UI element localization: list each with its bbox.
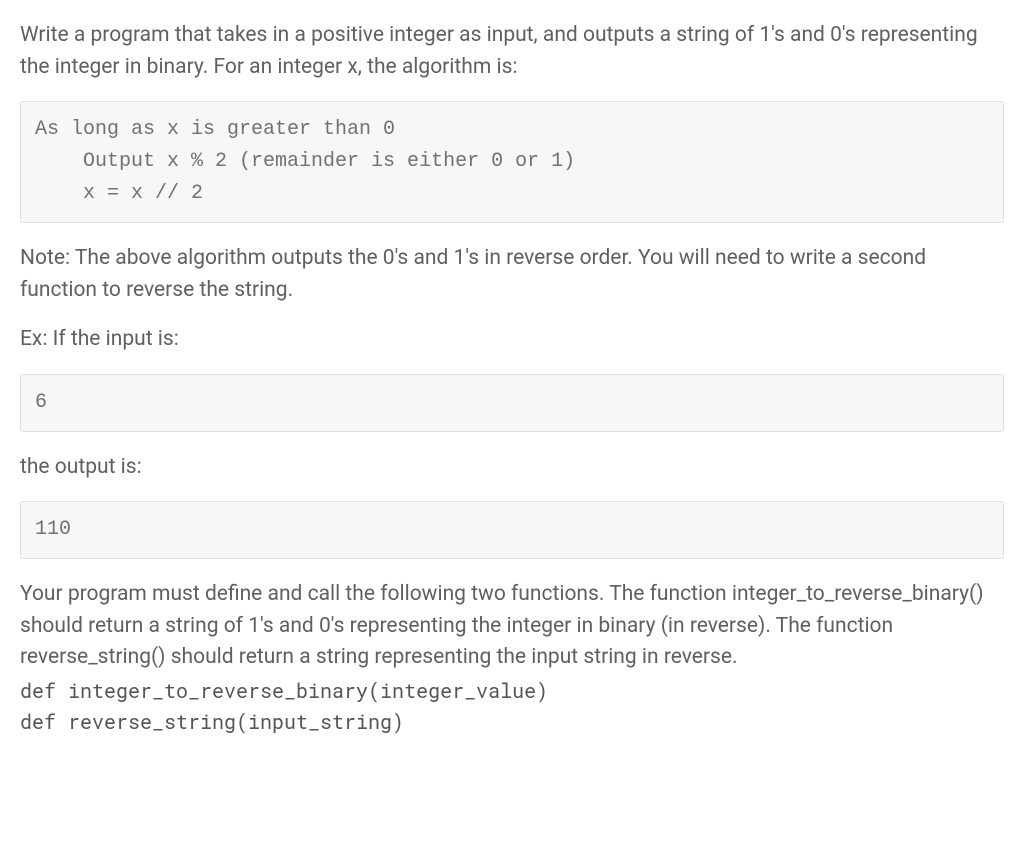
example-input-label: Ex: If the input is: xyxy=(20,324,1004,356)
intro-paragraph: Write a program that takes in a positive… xyxy=(20,20,1004,83)
document-content: Write a program that takes in a positive… xyxy=(20,20,1004,738)
output-label: the output is: xyxy=(20,452,1004,484)
algorithm-code-block: As long as x is greater than 0 Output x … xyxy=(20,101,1004,223)
requirements-paragraph: Your program must define and call the fo… xyxy=(20,579,1004,674)
function-definition-1: def integer_to_reverse_binary(integer_va… xyxy=(20,676,1004,707)
example-output-block: 110 xyxy=(20,501,1004,559)
function-definition-2: def reverse_string(input_string) xyxy=(20,707,1004,738)
example-input-block: 6 xyxy=(20,374,1004,432)
note-paragraph: Note: The above algorithm outputs the 0'… xyxy=(20,243,1004,306)
